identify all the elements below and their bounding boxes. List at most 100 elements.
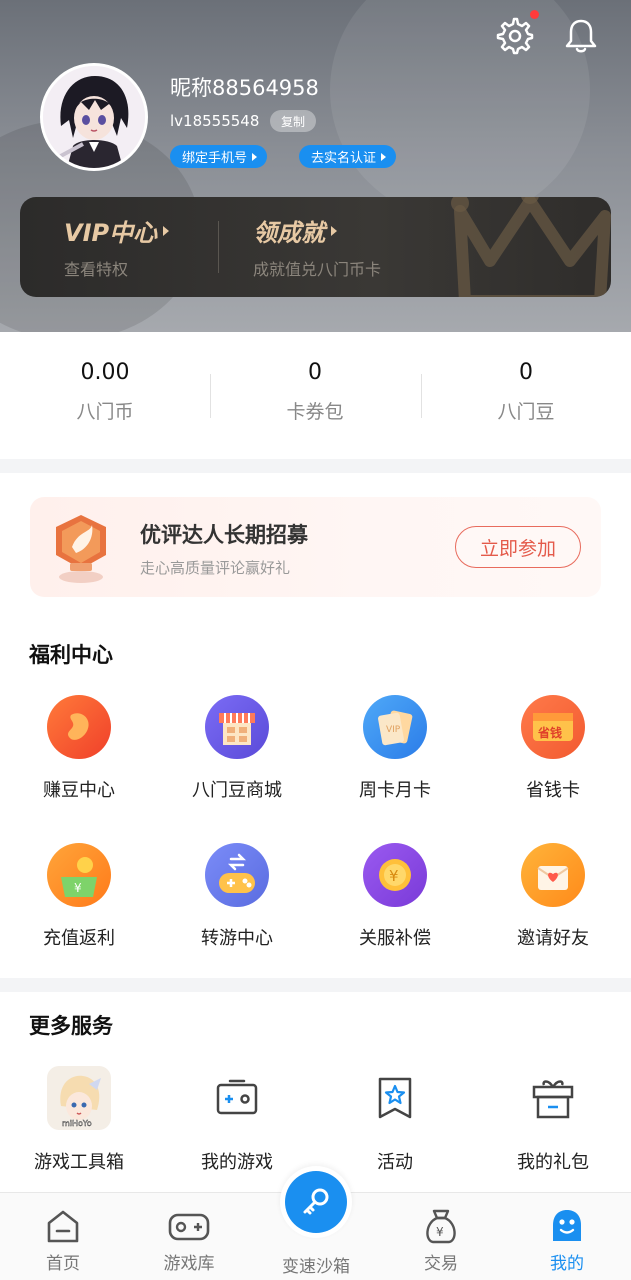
avatar[interactable] [40,63,148,171]
activity-icon [363,1066,427,1130]
medal-badge-icon [56,515,106,583]
achievement-title: 领成就 [253,219,325,247]
stat-label: 卡券包 [286,401,344,423]
recharge-rebate-icon: ¥ [47,843,111,907]
game-toolbox-icon: miHoYo [47,1066,111,1130]
welfare-item-shutdown-compensation[interactable]: ¥ 关服补偿 [316,843,474,950]
stat-value: 0 [308,360,322,385]
vip-center-entry[interactable]: VIP中心 查看特权 [64,213,170,280]
key-icon [303,1188,329,1215]
welfare-section: 优评达人长期招募 走心高质量评论赢好礼 立即参加 福利中心 赚豆中心 八门豆商城 [0,473,631,978]
welfare-item-label: 关服补偿 [359,928,431,949]
welfare-item-label: 周卡月卡 [359,780,431,801]
service-my-games[interactable]: 我的游戏 [158,1066,316,1174]
save-money-card-icon: 省钱 [521,695,585,759]
coin-compensation-icon: ¥ [363,843,427,907]
more-services-section: 更多服务 miHoYo 游戏工具箱 我的游戏 活动 我的礼包 [0,992,631,1192]
achievement-subtitle: 成就值兑八门币卡 [253,260,382,279]
stat-label: 八门豆 [497,401,555,423]
nav-label: 变速沙箱 [282,1257,350,1277]
real-name-label: 去实名认证 [311,151,377,166]
arrow-right-icon [252,152,258,161]
gamepad-icon [126,1207,252,1245]
welfare-item-label: 省钱卡 [526,780,580,801]
stat-value: 0 [519,360,533,385]
achievement-entry[interactable]: 领成就 成就值兑八门币卡 [253,213,381,280]
service-label: 活动 [377,1152,413,1173]
bind-phone-button[interactable]: 绑定手机号 [170,145,268,168]
vip-card: VIP中心 查看特权 领成就 成就值兑八门币卡 [20,197,611,297]
home-icon [0,1207,126,1245]
service-label: 我的礼包 [517,1152,589,1173]
svg-text:¥: ¥ [436,1225,444,1239]
nav-label: 游戏库 [163,1254,215,1274]
money-bag-icon: ¥ [378,1207,504,1245]
welfare-item-bean-mall[interactable]: 八门豆商城 [158,695,316,802]
game-transfer-icon [205,843,269,907]
nav-home[interactable]: 首页 [0,1207,126,1274]
welfare-item-label: 八门豆商城 [192,780,282,801]
bind-phone-label: 绑定手机号 [182,151,248,166]
real-name-verify-button[interactable]: 去实名认证 [299,145,397,168]
welfare-item-recharge-rebate[interactable]: ¥ 充值返利 [0,843,158,950]
svg-text:VIP: VIP [386,725,401,735]
arrow-right-icon [163,225,170,236]
svg-text:省钱: 省钱 [537,725,562,740]
service-my-gifts[interactable]: 我的礼包 [474,1066,631,1174]
welfare-item-earn-beans[interactable]: 赚豆中心 [0,695,158,802]
service-game-toolbox[interactable]: miHoYo 游戏工具箱 [0,1066,158,1174]
crown-icon [451,197,611,297]
welfare-center-title: 福利中心 [29,643,113,667]
notification-dot [530,10,539,19]
welfare-item-invite-friends[interactable]: 邀请好友 [474,843,631,950]
service-label: 我的游戏 [201,1152,273,1173]
divider [218,221,219,273]
invite-envelope-icon [521,843,585,907]
stat-coupon-wallet[interactable]: 0 卡券包 [210,360,420,424]
vip-card-icon: VIP [363,695,427,759]
arrow-right-icon [381,152,387,161]
welfare-item-game-transfer[interactable]: 转游中心 [158,843,316,950]
my-games-icon [205,1066,269,1130]
user-id: lv18555548 [170,112,260,130]
nav-label: 交易 [424,1254,458,1274]
arrow-right-icon [331,225,337,236]
nav-trade[interactable]: ¥ 交易 [378,1207,504,1274]
header-background-shape [330,0,590,220]
nav-label: 首页 [46,1254,80,1274]
nav-game-library[interactable]: 游戏库 [126,1207,252,1274]
copy-id-button[interactable]: 复制 [270,110,316,132]
service-activity[interactable]: 活动 [316,1066,474,1174]
nav-profile[interactable]: 我的 [504,1207,630,1274]
reviewer-recruit-banner[interactable]: 优评达人长期招募 走心高质量评论赢好礼 立即参加 [30,497,601,597]
stat-value: 0.00 [80,360,130,385]
gift-icon [521,1066,585,1130]
banner-subtitle: 走心高质量评论赢好礼 [140,559,291,577]
vip-center-subtitle: 查看特权 [64,260,129,279]
nav-speed-sandbox-button[interactable] [280,1166,352,1238]
settings-button[interactable] [493,14,537,58]
nickname: 昵称88564958 [170,76,319,100]
gear-icon [496,17,534,55]
notifications-button[interactable] [559,14,603,58]
welfare-item-label: 赚豆中心 [43,780,115,801]
stat-label: 八门币 [76,401,134,423]
welfare-item-label: 充值返利 [43,928,115,949]
tool-logo-text: miHoYo [62,1119,92,1128]
welfare-item-save-money-card[interactable]: 省钱 省钱卡 [474,695,631,802]
welfare-item-label: 转游中心 [201,928,273,949]
join-now-button[interactable]: 立即参加 [455,526,581,568]
svg-text:¥: ¥ [74,881,82,895]
nav-label: 我的 [550,1254,584,1274]
more-services-title: 更多服务 [29,1014,113,1038]
wallet-stats: 0.00 八门币 0 卡券包 0 八门豆 [0,332,631,459]
bean-icon [47,695,111,759]
bell-icon [565,19,597,53]
svg-text:¥: ¥ [389,867,399,885]
stat-bamen-coin[interactable]: 0.00 八门币 [0,360,210,424]
service-label: 游戏工具箱 [34,1152,124,1173]
welfare-item-week-month-card[interactable]: VIP 周卡月卡 [316,695,474,802]
welfare-item-label: 邀请好友 [517,928,589,949]
stat-bamen-bean[interactable]: 0 八门豆 [421,360,631,424]
shop-icon [205,695,269,759]
